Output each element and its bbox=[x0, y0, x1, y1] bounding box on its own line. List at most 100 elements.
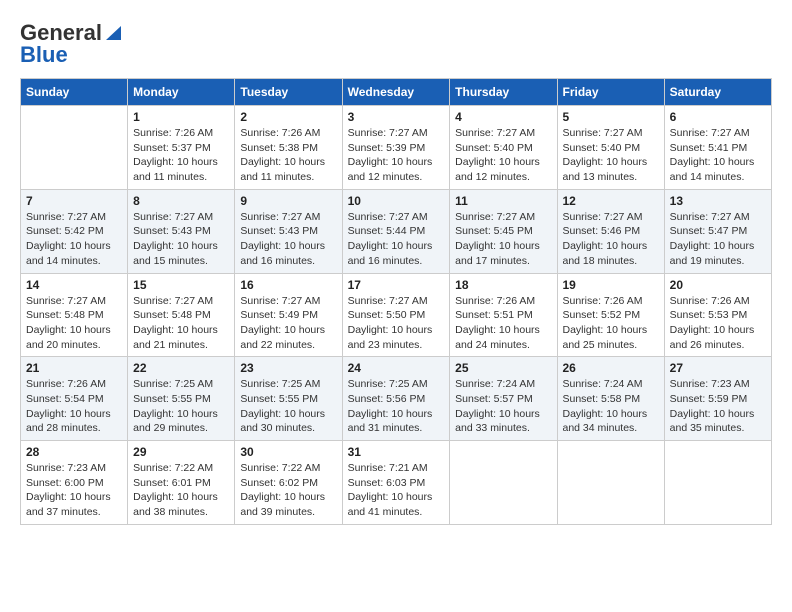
day-number: 19 bbox=[563, 278, 659, 292]
calendar-day-10: 10 Sunrise: 7:27 AMSunset: 5:44 PMDayligh… bbox=[342, 189, 450, 273]
logo-blue-text: Blue bbox=[20, 42, 68, 68]
day-number: 31 bbox=[348, 445, 445, 459]
day-info: Sunrise: 7:27 AMSunset: 5:47 PMDaylight:… bbox=[670, 210, 766, 269]
calendar-day-20: 20 Sunrise: 7:26 AMSunset: 5:53 PMDayligh… bbox=[664, 273, 771, 357]
day-info: Sunrise: 7:26 AMSunset: 5:38 PMDaylight:… bbox=[240, 126, 336, 185]
day-info: Sunrise: 7:27 AMSunset: 5:48 PMDaylight:… bbox=[26, 294, 122, 353]
day-number: 23 bbox=[240, 361, 336, 375]
day-number: 20 bbox=[670, 278, 766, 292]
calendar-table: SundayMondayTuesdayWednesdayThursdayFrid… bbox=[20, 78, 772, 525]
day-number: 9 bbox=[240, 194, 336, 208]
weekday-sunday: Sunday bbox=[21, 79, 128, 106]
day-number: 4 bbox=[455, 110, 551, 124]
day-info: Sunrise: 7:27 AMSunset: 5:48 PMDaylight:… bbox=[133, 294, 229, 353]
empty-day-cell bbox=[21, 106, 128, 190]
empty-day-cell bbox=[450, 441, 557, 525]
day-number: 17 bbox=[348, 278, 445, 292]
weekday-friday: Friday bbox=[557, 79, 664, 106]
day-info: Sunrise: 7:26 AMSunset: 5:51 PMDaylight:… bbox=[455, 294, 551, 353]
day-info: Sunrise: 7:22 AMSunset: 6:01 PMDaylight:… bbox=[133, 461, 229, 520]
day-number: 5 bbox=[563, 110, 659, 124]
day-info: Sunrise: 7:27 AMSunset: 5:46 PMDaylight:… bbox=[563, 210, 659, 269]
day-number: 15 bbox=[133, 278, 229, 292]
calendar-day-27: 27 Sunrise: 7:23 AMSunset: 5:59 PMDayligh… bbox=[664, 357, 771, 441]
weekday-wednesday: Wednesday bbox=[342, 79, 450, 106]
day-info: Sunrise: 7:27 AMSunset: 5:42 PMDaylight:… bbox=[26, 210, 122, 269]
calendar-day-23: 23Sunrise: 7:25 AMSunset: 5:55 PMDayligh… bbox=[235, 357, 342, 441]
day-info: Sunrise: 7:27 AMSunset: 5:50 PMDaylight:… bbox=[348, 294, 445, 353]
day-info: Sunrise: 7:26 AMSunset: 5:37 PMDaylight:… bbox=[133, 126, 229, 185]
calendar-day-18: 18Sunrise: 7:26 AMSunset: 5:51 PMDayligh… bbox=[450, 273, 557, 357]
calendar-day-14: 14 Sunrise: 7:27 AMSunset: 5:48 PMDayligh… bbox=[21, 273, 128, 357]
day-number: 8 bbox=[133, 194, 229, 208]
day-info: Sunrise: 7:27 AMSunset: 5:43 PMDaylight:… bbox=[133, 210, 229, 269]
weekday-header-row: SundayMondayTuesdayWednesdayThursdayFrid… bbox=[21, 79, 772, 106]
calendar-day-3: 3Sunrise: 7:27 AMSunset: 5:39 PMDaylight… bbox=[342, 106, 450, 190]
day-info: Sunrise: 7:27 AMSunset: 5:44 PMDaylight:… bbox=[348, 210, 445, 269]
calendar-day-29: 29Sunrise: 7:22 AMSunset: 6:01 PMDayligh… bbox=[128, 441, 235, 525]
day-number: 28 bbox=[26, 445, 122, 459]
calendar-day-1: 1 Sunrise: 7:26 AMSunset: 5:37 PMDaylight… bbox=[128, 106, 235, 190]
calendar-day-22: 22 Sunrise: 7:25 AMSunset: 5:55 PMDayligh… bbox=[128, 357, 235, 441]
calendar-week-row: 7Sunrise: 7:27 AMSunset: 5:42 PMDaylight… bbox=[21, 189, 772, 273]
day-info: Sunrise: 7:23 AMSunset: 6:00 PMDaylight:… bbox=[26, 461, 122, 520]
page-header: General Blue bbox=[20, 20, 772, 68]
weekday-monday: Monday bbox=[128, 79, 235, 106]
calendar-day-13: 13 Sunrise: 7:27 AMSunset: 5:47 PMDayligh… bbox=[664, 189, 771, 273]
calendar-day-12: 12 Sunrise: 7:27 AMSunset: 5:46 PMDayligh… bbox=[557, 189, 664, 273]
day-info: Sunrise: 7:27 AMSunset: 5:49 PMDaylight:… bbox=[240, 294, 336, 353]
day-number: 3 bbox=[348, 110, 445, 124]
calendar-day-24: 24Sunrise: 7:25 AMSunset: 5:56 PMDayligh… bbox=[342, 357, 450, 441]
day-info: Sunrise: 7:23 AMSunset: 5:59 PMDaylight:… bbox=[670, 377, 766, 436]
calendar-week-row: 1 Sunrise: 7:26 AMSunset: 5:37 PMDaylight… bbox=[21, 106, 772, 190]
calendar-day-5: 5 Sunrise: 7:27 AMSunset: 5:40 PMDaylight… bbox=[557, 106, 664, 190]
weekday-thursday: Thursday bbox=[450, 79, 557, 106]
calendar-week-row: 14 Sunrise: 7:27 AMSunset: 5:48 PMDayligh… bbox=[21, 273, 772, 357]
calendar-day-30: 30 Sunrise: 7:22 AMSunset: 6:02 PMDayligh… bbox=[235, 441, 342, 525]
day-number: 1 bbox=[133, 110, 229, 124]
day-info: Sunrise: 7:22 AMSunset: 6:02 PMDaylight:… bbox=[240, 461, 336, 520]
calendar-day-17: 17 Sunrise: 7:27 AMSunset: 5:50 PMDayligh… bbox=[342, 273, 450, 357]
calendar-day-8: 8 Sunrise: 7:27 AMSunset: 5:43 PMDaylight… bbox=[128, 189, 235, 273]
day-info: Sunrise: 7:27 AMSunset: 5:40 PMDaylight:… bbox=[563, 126, 659, 185]
day-info: Sunrise: 7:26 AMSunset: 5:54 PMDaylight:… bbox=[26, 377, 122, 436]
day-info: Sunrise: 7:21 AMSunset: 6:03 PMDaylight:… bbox=[348, 461, 445, 520]
calendar-day-9: 9Sunrise: 7:27 AMSunset: 5:43 PMDaylight… bbox=[235, 189, 342, 273]
day-number: 2 bbox=[240, 110, 336, 124]
calendar-day-25: 25Sunrise: 7:24 AMSunset: 5:57 PMDayligh… bbox=[450, 357, 557, 441]
day-number: 22 bbox=[133, 361, 229, 375]
day-number: 13 bbox=[670, 194, 766, 208]
day-number: 12 bbox=[563, 194, 659, 208]
calendar-day-21: 21Sunrise: 7:26 AMSunset: 5:54 PMDayligh… bbox=[21, 357, 128, 441]
day-number: 6 bbox=[670, 110, 766, 124]
day-number: 30 bbox=[240, 445, 336, 459]
weekday-saturday: Saturday bbox=[664, 79, 771, 106]
logo: General Blue bbox=[20, 20, 121, 68]
day-number: 27 bbox=[670, 361, 766, 375]
day-number: 25 bbox=[455, 361, 551, 375]
calendar-day-2: 2 Sunrise: 7:26 AMSunset: 5:38 PMDaylight… bbox=[235, 106, 342, 190]
calendar-day-19: 19 Sunrise: 7:26 AMSunset: 5:52 PMDayligh… bbox=[557, 273, 664, 357]
logo-arrow-icon bbox=[103, 22, 121, 40]
empty-day-cell bbox=[664, 441, 771, 525]
calendar-day-15: 15 Sunrise: 7:27 AMSunset: 5:48 PMDayligh… bbox=[128, 273, 235, 357]
empty-day-cell bbox=[557, 441, 664, 525]
day-number: 26 bbox=[563, 361, 659, 375]
calendar-day-28: 28 Sunrise: 7:23 AMSunset: 6:00 PMDayligh… bbox=[21, 441, 128, 525]
day-info: Sunrise: 7:27 AMSunset: 5:41 PMDaylight:… bbox=[670, 126, 766, 185]
calendar-day-16: 16Sunrise: 7:27 AMSunset: 5:49 PMDayligh… bbox=[235, 273, 342, 357]
calendar-week-row: 21Sunrise: 7:26 AMSunset: 5:54 PMDayligh… bbox=[21, 357, 772, 441]
calendar-day-11: 11 Sunrise: 7:27 AMSunset: 5:45 PMDayligh… bbox=[450, 189, 557, 273]
calendar-week-row: 28 Sunrise: 7:23 AMSunset: 6:00 PMDayligh… bbox=[21, 441, 772, 525]
calendar-day-4: 4Sunrise: 7:27 AMSunset: 5:40 PMDaylight… bbox=[450, 106, 557, 190]
day-info: Sunrise: 7:26 AMSunset: 5:52 PMDaylight:… bbox=[563, 294, 659, 353]
day-info: Sunrise: 7:25 AMSunset: 5:55 PMDaylight:… bbox=[133, 377, 229, 436]
calendar-day-26: 26Sunrise: 7:24 AMSunset: 5:58 PMDayligh… bbox=[557, 357, 664, 441]
day-number: 11 bbox=[455, 194, 551, 208]
day-info: Sunrise: 7:26 AMSunset: 5:53 PMDaylight:… bbox=[670, 294, 766, 353]
day-info: Sunrise: 7:27 AMSunset: 5:45 PMDaylight:… bbox=[455, 210, 551, 269]
weekday-tuesday: Tuesday bbox=[235, 79, 342, 106]
day-number: 10 bbox=[348, 194, 445, 208]
day-number: 14 bbox=[26, 278, 122, 292]
calendar-day-31: 31 Sunrise: 7:21 AMSunset: 6:03 PMDayligh… bbox=[342, 441, 450, 525]
